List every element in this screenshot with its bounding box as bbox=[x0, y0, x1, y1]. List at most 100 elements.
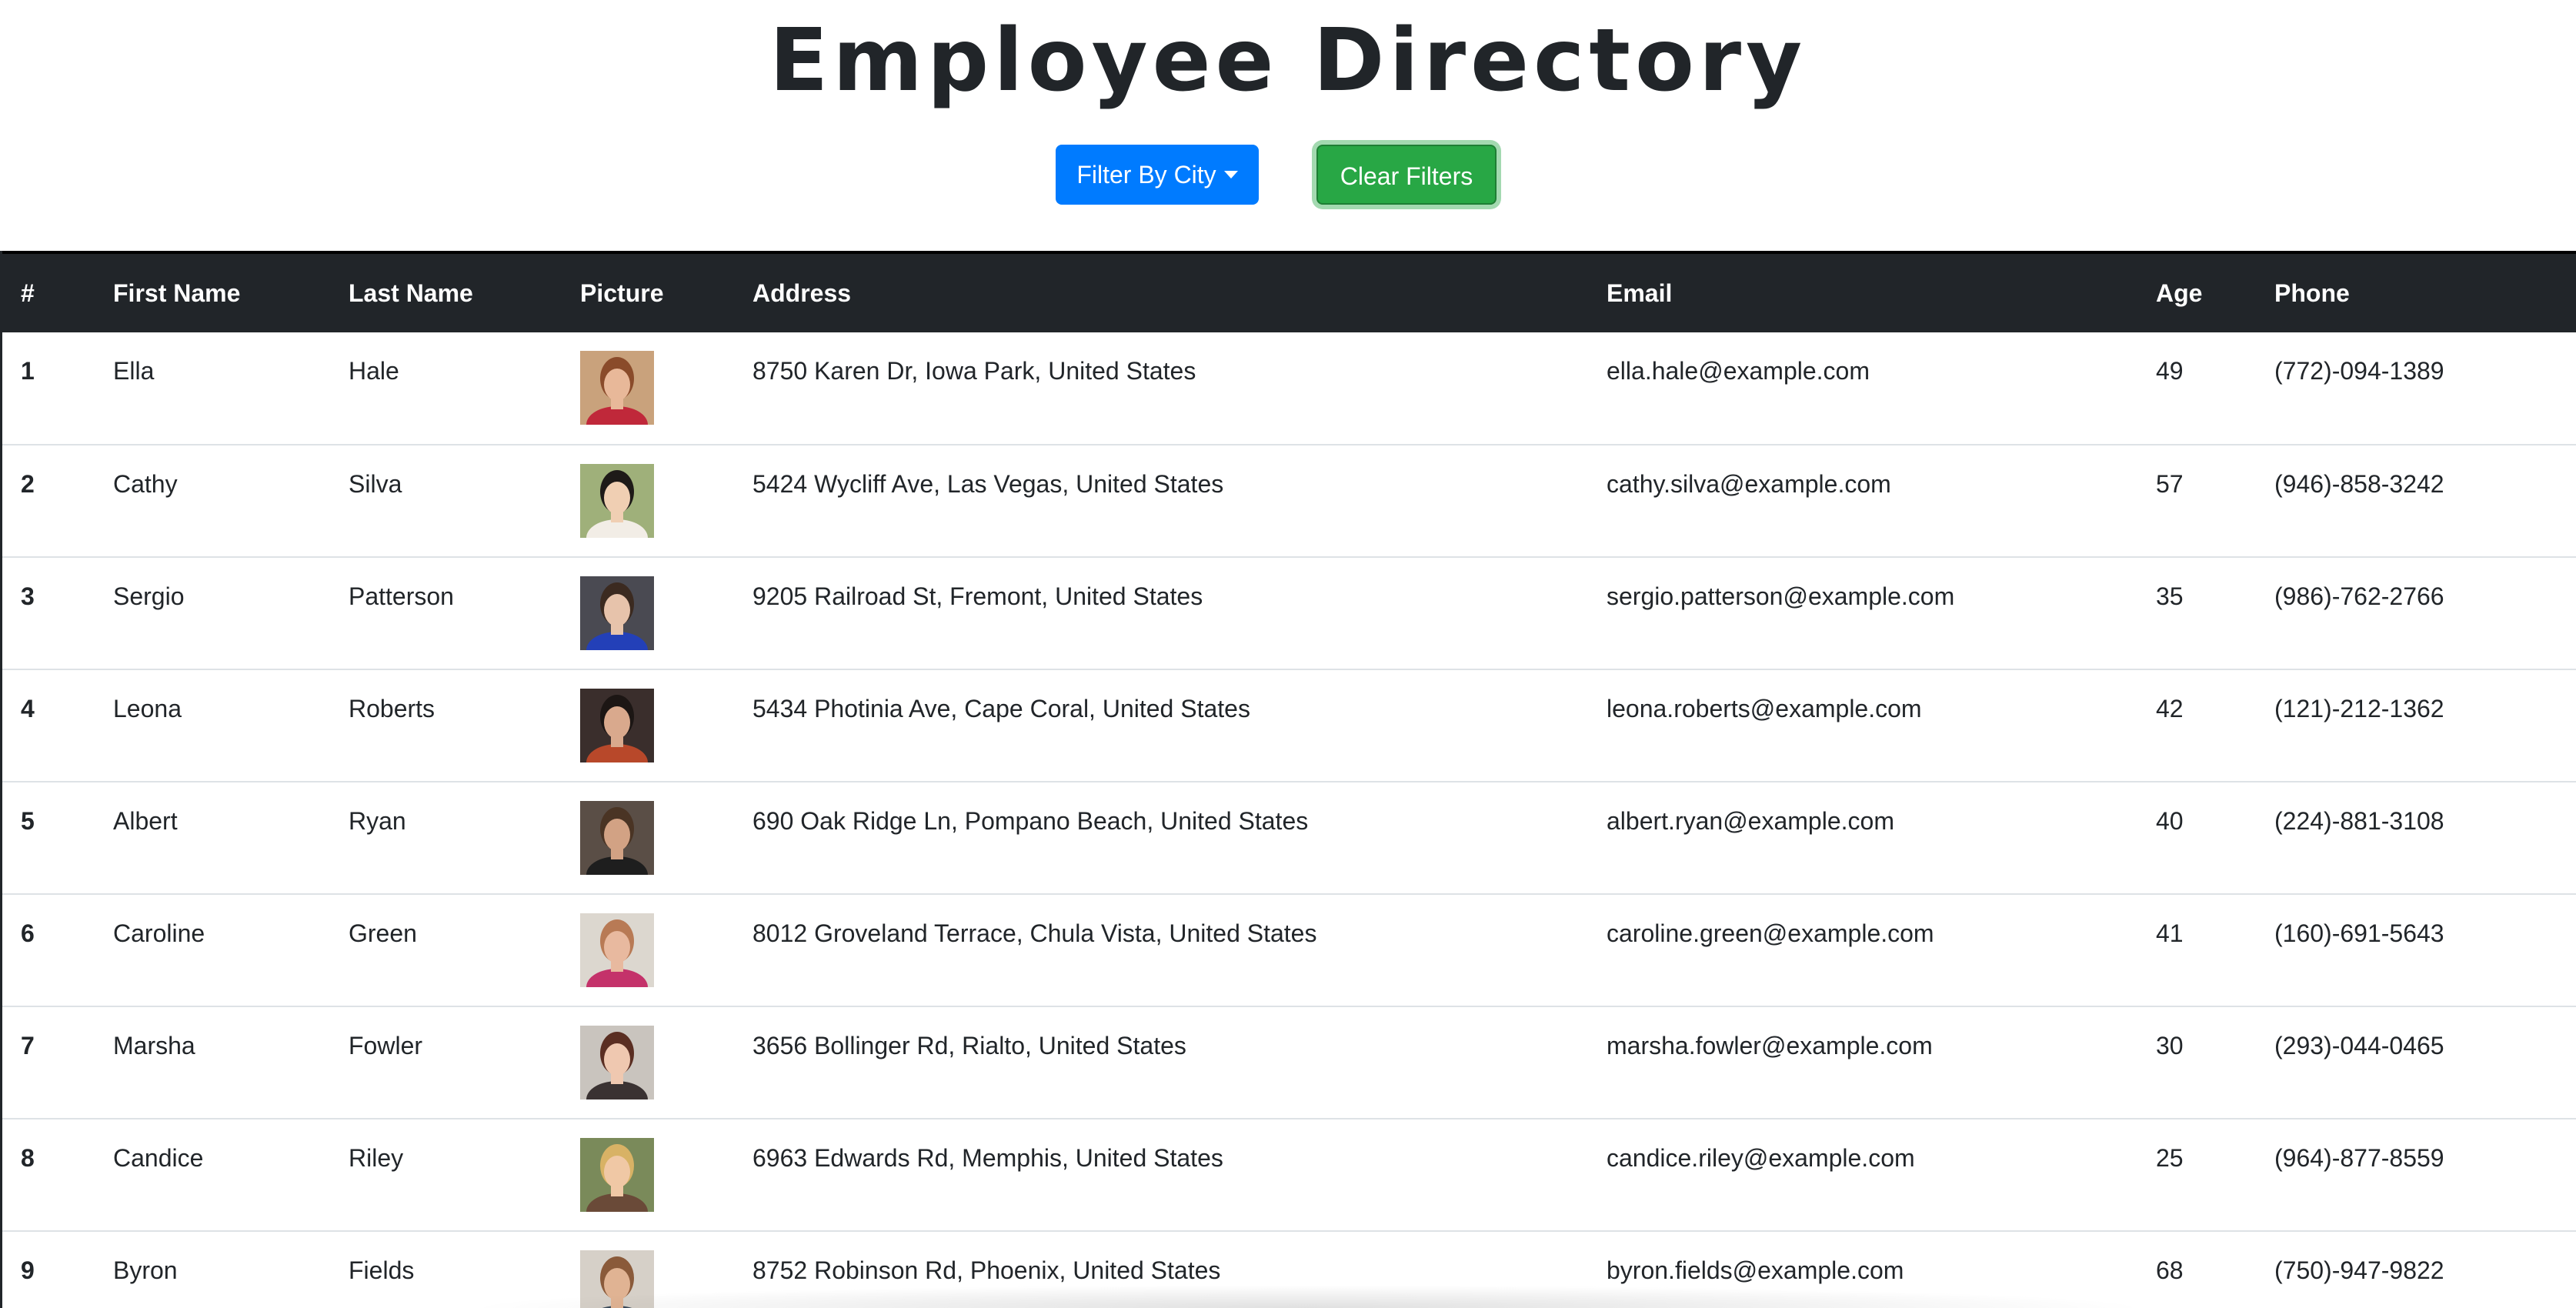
employee-avatar bbox=[580, 913, 654, 987]
picture-cell bbox=[562, 1119, 734, 1231]
employee-table: # First Name Last Name Picture Address E… bbox=[2, 251, 2576, 1308]
email-cell: ella.hale@example.com bbox=[1607, 357, 1870, 385]
first-name-cell: Byron bbox=[113, 1256, 178, 1284]
row-index: 3 bbox=[21, 582, 35, 610]
row-index: 1 bbox=[21, 357, 35, 385]
age-cell: 57 bbox=[2156, 470, 2184, 498]
age-cell: 35 bbox=[2156, 582, 2184, 610]
table-row: 1 Ella Hale 8750 Karen Dr, Iowa Park, Unite… bbox=[2, 332, 2576, 445]
row-index: 2 bbox=[21, 470, 35, 498]
phone-cell: (160)-691-5643 bbox=[2274, 919, 2444, 947]
picture-cell bbox=[562, 1006, 734, 1119]
address-cell: 3656 Bollinger Rd, Rialto, United States bbox=[752, 1032, 1186, 1059]
last-name-cell: Silva bbox=[349, 470, 402, 498]
last-name-cell: Roberts bbox=[349, 695, 435, 722]
email-cell: sergio.patterson@example.com bbox=[1607, 582, 1955, 610]
address-cell: 8750 Karen Dr, Iowa Park, United States bbox=[752, 357, 1196, 385]
address-cell: 5424 Wycliff Ave, Las Vegas, United Stat… bbox=[752, 470, 1224, 498]
employee-avatar bbox=[580, 1026, 654, 1099]
filter-controls: Filter By City Clear Filters bbox=[0, 145, 2576, 206]
page-title: Employee Directory bbox=[769, 11, 1807, 111]
row-index: 9 bbox=[21, 1256, 35, 1284]
row-index: 8 bbox=[21, 1144, 35, 1172]
row-index: 4 bbox=[21, 695, 35, 722]
email-cell: leona.roberts@example.com bbox=[1607, 695, 1922, 722]
clear-filters-label: Clear Filters bbox=[1340, 162, 1473, 190]
row-index: 7 bbox=[21, 1032, 35, 1059]
employee-avatar bbox=[580, 1250, 654, 1308]
column-header-phone: Phone bbox=[2274, 279, 2350, 307]
table-header-row: # First Name Last Name Picture Address E… bbox=[2, 252, 2576, 332]
email-cell: marsha.fowler@example.com bbox=[1607, 1032, 1933, 1059]
employee-avatar bbox=[580, 689, 654, 762]
phone-cell: (946)-858-3242 bbox=[2274, 470, 2444, 498]
email-cell: caroline.green@example.com bbox=[1607, 919, 1934, 947]
last-name-cell: Fields bbox=[349, 1256, 415, 1284]
last-name-cell: Riley bbox=[349, 1144, 404, 1172]
last-name-cell: Ryan bbox=[349, 807, 406, 835]
age-cell: 68 bbox=[2156, 1256, 2184, 1284]
first-name-cell: Ella bbox=[113, 357, 155, 385]
column-header-age[interactable]: Age bbox=[2137, 252, 2256, 332]
last-name-cell: Fowler bbox=[349, 1032, 423, 1059]
table-row: 3 Sergio Patterson 9205 Railroad St, Fremon… bbox=[2, 557, 2576, 669]
first-name-cell: Sergio bbox=[113, 582, 185, 610]
last-name-cell: Hale bbox=[349, 357, 399, 385]
column-header-email[interactable]: Email bbox=[1588, 252, 2137, 332]
phone-cell: (964)-877-8559 bbox=[2274, 1144, 2444, 1172]
column-header-first-name[interactable]: First Name bbox=[95, 252, 330, 332]
employee-avatar bbox=[580, 351, 654, 425]
email-cell: candice.riley@example.com bbox=[1607, 1144, 1915, 1172]
table-row: 5 Albert Ryan 690 Oak Ridge Ln, Pompano Bea… bbox=[2, 782, 2576, 894]
last-name-cell: Patterson bbox=[349, 582, 454, 610]
picture-cell bbox=[562, 669, 734, 782]
age-cell: 41 bbox=[2156, 919, 2184, 947]
phone-cell: (986)-762-2766 bbox=[2274, 582, 2444, 610]
column-header-picture: Picture bbox=[580, 279, 664, 307]
email-cell: cathy.silva@example.com bbox=[1607, 470, 1891, 498]
email-cell: albert.ryan@example.com bbox=[1607, 807, 1894, 835]
employee-avatar bbox=[580, 576, 654, 650]
first-name-cell: Candice bbox=[113, 1144, 204, 1172]
employee-directory-page: Employee Directory Filter By City Clear … bbox=[0, 0, 2576, 1308]
address-cell: 8752 Robinson Rd, Phoenix, United States bbox=[752, 1256, 1221, 1284]
phone-cell: (750)-947-9822 bbox=[2274, 1256, 2444, 1284]
first-name-cell: Leona bbox=[113, 695, 182, 722]
age-cell: 49 bbox=[2156, 357, 2184, 385]
picture-cell bbox=[562, 557, 734, 669]
first-name-cell: Albert bbox=[113, 807, 178, 835]
last-name-cell: Green bbox=[349, 919, 417, 947]
phone-cell: (293)-044-0465 bbox=[2274, 1032, 2444, 1059]
column-header-address: Address bbox=[752, 279, 852, 307]
row-index: 5 bbox=[21, 807, 35, 835]
employee-avatar bbox=[580, 801, 654, 875]
age-cell: 25 bbox=[2156, 1144, 2184, 1172]
filter-by-city-dropdown[interactable]: Filter By City bbox=[1056, 145, 1259, 205]
address-cell: 6963 Edwards Rd, Memphis, United States bbox=[752, 1144, 1223, 1172]
address-cell: 690 Oak Ridge Ln, Pompano Beach, United … bbox=[752, 807, 1309, 835]
table-row: 9 Byron Fields 8752 Robinson Rd, Phoenix, U… bbox=[2, 1231, 2576, 1308]
column-header-last-name[interactable]: Last Name bbox=[330, 252, 562, 332]
address-cell: 5434 Photinia Ave, Cape Coral, United St… bbox=[752, 695, 1250, 722]
first-name-cell: Caroline bbox=[113, 919, 205, 947]
row-index: 6 bbox=[21, 919, 35, 947]
table-row: 4 Leona Roberts 5434 Photinia Ave, Cape Cor… bbox=[2, 669, 2576, 782]
employee-avatar bbox=[580, 464, 654, 538]
employee-avatar bbox=[580, 1138, 654, 1212]
picture-cell bbox=[562, 782, 734, 894]
age-cell: 42 bbox=[2156, 695, 2184, 722]
clear-filters-button[interactable]: Clear Filters bbox=[1316, 145, 1497, 205]
address-cell: 9205 Railroad St, Fremont, United States bbox=[752, 582, 1203, 610]
picture-cell bbox=[562, 894, 734, 1006]
email-cell: byron.fields@example.com bbox=[1607, 1256, 1904, 1284]
picture-cell bbox=[562, 1231, 734, 1308]
picture-cell bbox=[562, 332, 734, 445]
phone-cell: (772)-094-1389 bbox=[2274, 357, 2444, 385]
table-row: 8 Candice Riley 6963 Edwards Rd, Memphis, U… bbox=[2, 1119, 2576, 1231]
column-header-index[interactable]: # bbox=[2, 252, 95, 332]
phone-cell: (224)-881-3108 bbox=[2274, 807, 2444, 835]
first-name-cell: Marsha bbox=[113, 1032, 195, 1059]
first-name-cell: Cathy bbox=[113, 470, 178, 498]
filter-by-city-label: Filter By City bbox=[1076, 161, 1216, 189]
caret-down-icon bbox=[1223, 171, 1238, 179]
